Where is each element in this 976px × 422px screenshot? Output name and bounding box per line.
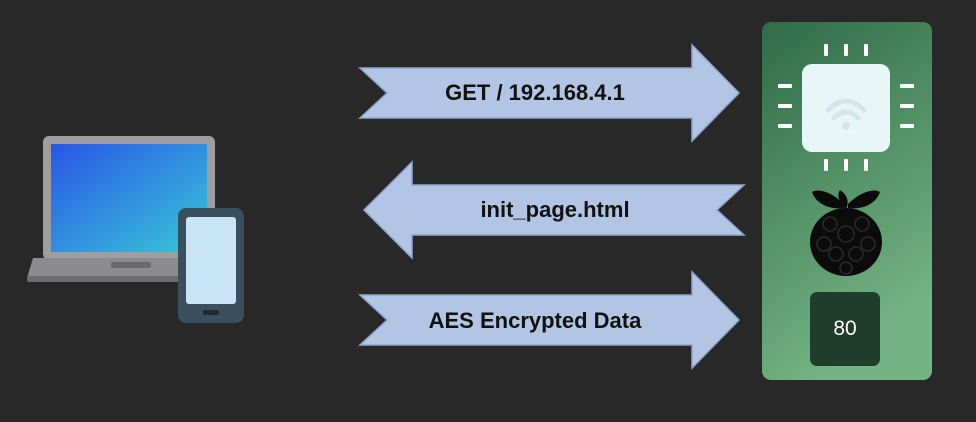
smartphone-icon	[178, 208, 244, 323]
encrypted-data-arrow-label: AES Encrypted Data	[428, 308, 642, 333]
port-label: 80	[833, 317, 857, 340]
request-arrow-label: GET / 192.168.4.1	[445, 80, 625, 105]
client-devices	[27, 136, 244, 323]
raspberry-pi-icon	[810, 190, 882, 276]
response-arrow-label: init_page.html	[480, 197, 630, 222]
